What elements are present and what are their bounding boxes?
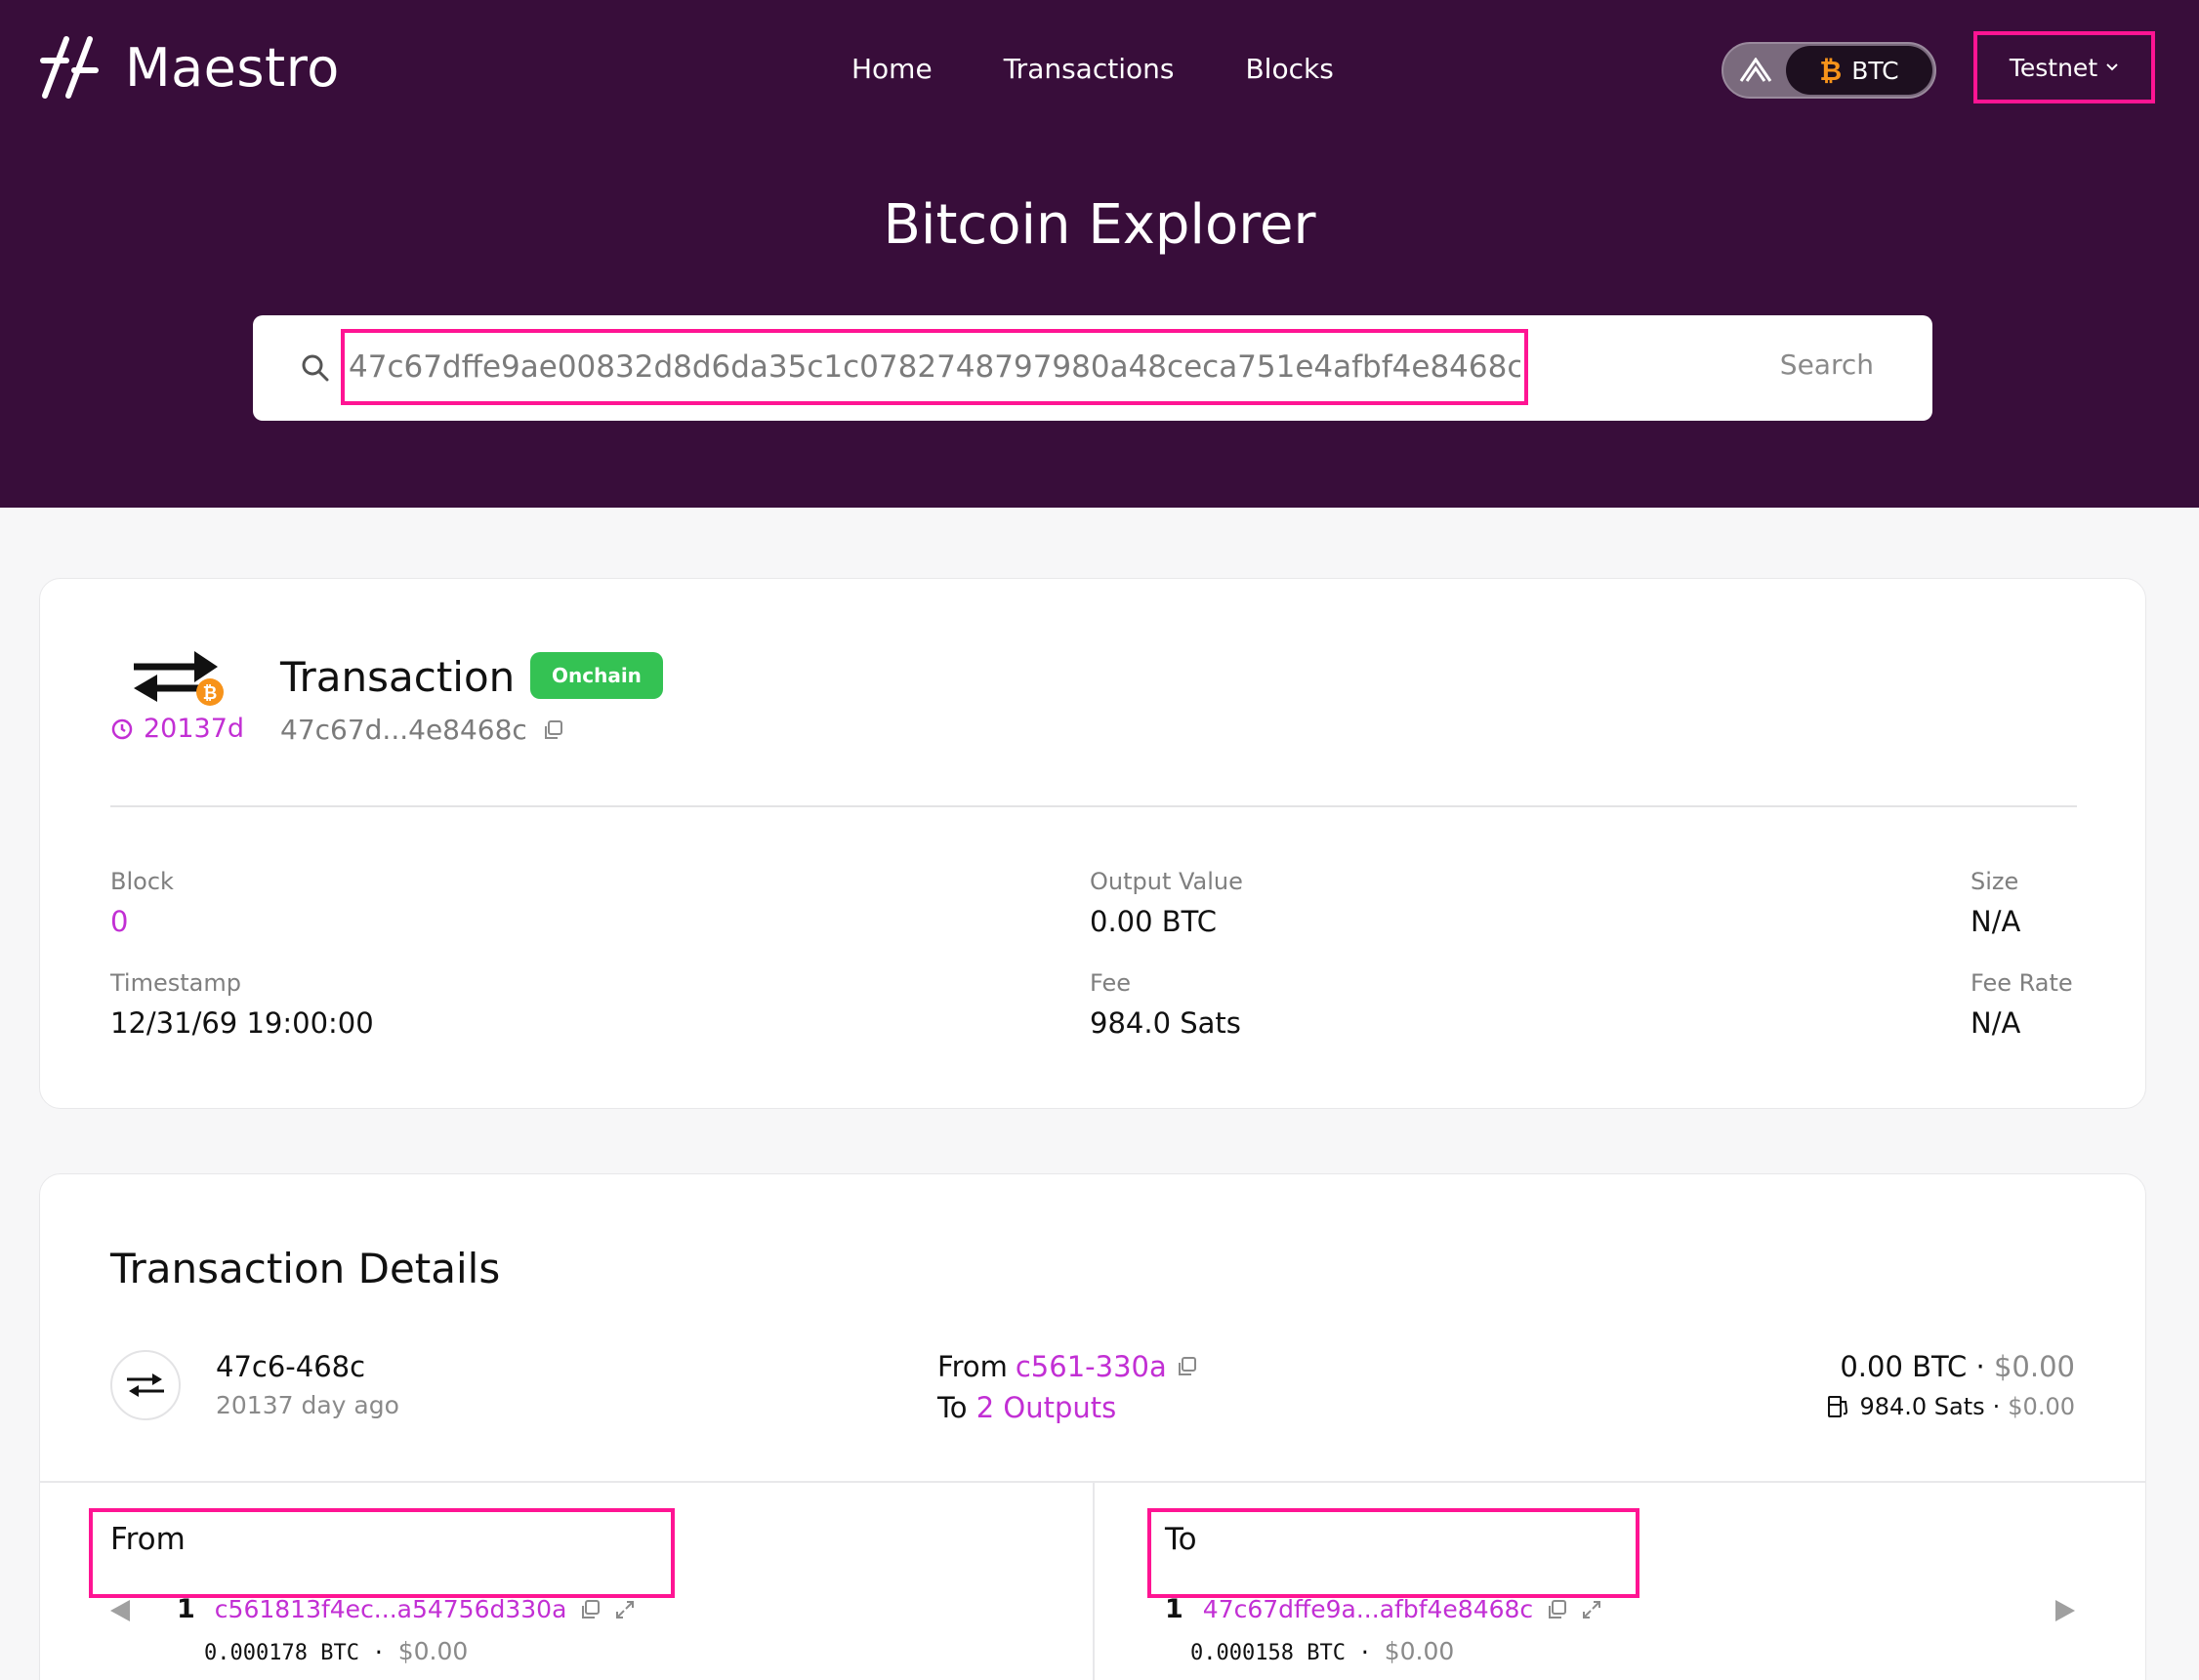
from-title: From — [110, 1522, 186, 1557]
nav-home[interactable]: Home — [851, 53, 933, 85]
transfer-icon — [127, 1373, 164, 1397]
main-nav: Home Transactions Blocks — [851, 53, 1334, 85]
field-fee-rate: Fee Rate N/A — [1971, 969, 2073, 1040]
nav-blocks[interactable]: Blocks — [1245, 53, 1333, 85]
details-fee-sats: 984.0 Sats — [1859, 1393, 1985, 1420]
transfer-icon-circle — [110, 1350, 181, 1420]
details-to-label: To — [937, 1391, 968, 1424]
status-badge: Onchain — [530, 652, 663, 699]
chain-option-btc[interactable]: ₿ BTC — [1786, 46, 1932, 95]
copy-icon[interactable] — [578, 1598, 602, 1621]
fee-label: Fee — [1090, 969, 1132, 997]
transaction-hash: 47c67d...4e8468c — [280, 714, 564, 746]
details-amount: 0.00 BTC · $0.00 — [1840, 1350, 2075, 1383]
timestamp-label: Timestamp — [110, 969, 241, 997]
to-amount-usd: $0.00 — [1384, 1637, 1455, 1665]
details-from: From c561-330a — [937, 1350, 1198, 1383]
transaction-details-card: Transaction Details 47c6-468c 20137 day … — [39, 1173, 2146, 1680]
age-value: 20137d — [144, 714, 245, 744]
separator: · — [1975, 1350, 1985, 1383]
to-output-row: 1 47c67dffe9a...afbf4e8468c — [1165, 1594, 1603, 1624]
field-timestamp: Timestamp 12/31/69 19:00:00 — [110, 969, 374, 1040]
field-size: Size N/A — [1971, 868, 2020, 938]
copy-icon[interactable] — [1175, 1355, 1198, 1378]
fee-value: 984.0 Sats — [1090, 1006, 1241, 1040]
search-bar: Search — [253, 315, 1932, 421]
transaction-title: Transaction — [280, 653, 516, 701]
details-fee-usd: $0.00 — [2008, 1393, 2075, 1420]
from-address-link[interactable]: c561813f4ec...a54756d330a — [215, 1595, 567, 1623]
search-input[interactable] — [349, 333, 1520, 401]
next-arrow-icon[interactable] — [2055, 1600, 2075, 1621]
transaction-hash-text: 47c67d...4e8468c — [280, 714, 527, 746]
bitcoin-icon: ₿ — [1819, 54, 1843, 87]
block-link[interactable]: 0 — [110, 905, 174, 938]
separator: · — [372, 1641, 386, 1665]
from-amount-usd: $0.00 — [397, 1637, 469, 1665]
transaction-age: 20137d — [110, 714, 244, 744]
clock-icon — [111, 718, 133, 739]
field-output-value: Output Value 0.00 BTC — [1090, 868, 1243, 938]
network-label: Testnet — [2009, 53, 2098, 82]
copy-icon[interactable] — [1545, 1598, 1568, 1621]
previous-arrow-icon[interactable] — [110, 1600, 130, 1621]
separator: · — [1358, 1641, 1372, 1665]
fee-rate-value: N/A — [1971, 1006, 2021, 1040]
from-amount: 0.000178 BTC · $0.00 — [204, 1637, 468, 1665]
from-index: 1 — [177, 1594, 195, 1624]
divider — [110, 805, 2077, 807]
expand-icon[interactable] — [613, 1598, 637, 1621]
maestro-logo-icon — [40, 36, 99, 99]
chain-option-btc-label: BTC — [1851, 56, 1899, 85]
copy-icon[interactable] — [541, 718, 564, 742]
from-input-row: 1 c561813f4ec...a54756d330a — [177, 1594, 637, 1624]
chevron-down-icon — [2106, 63, 2118, 71]
size-value: N/A — [1971, 905, 2021, 938]
output-value-label: Output Value — [1090, 868, 1243, 895]
separator: · — [1992, 1393, 2001, 1420]
output-value: 0.00 BTC — [1090, 905, 1217, 938]
details-amount-usd: $0.00 — [1993, 1350, 2075, 1383]
page-title: Bitcoin Explorer — [883, 193, 1316, 257]
header: Maestro Home Transactions Blocks ₿ BTC T… — [0, 0, 2199, 508]
fee-rate-label: Fee Rate — [1971, 969, 2073, 997]
size-label: Size — [1971, 868, 2019, 895]
to-index: 1 — [1165, 1594, 1183, 1624]
details-from-link[interactable]: c561-330a — [1016, 1350, 1167, 1383]
to-title: To — [1165, 1522, 1197, 1557]
transfer-bitcoin-icon: ₿ — [134, 651, 224, 706]
details-from-label: From — [937, 1350, 1008, 1383]
search-button[interactable]: Search — [1780, 348, 1874, 381]
expand-icon[interactable] — [1580, 1598, 1603, 1621]
block-label: Block — [110, 868, 174, 895]
details-fee: 984.0 Sats · $0.00 — [1826, 1393, 2075, 1420]
search-icon — [302, 354, 329, 382]
details-tx-age: 20137 day ago — [216, 1391, 399, 1419]
to-amount: 0.000158 BTC · $0.00 — [1190, 1637, 1454, 1665]
details-tx-hash[interactable]: 47c6-468c — [216, 1350, 365, 1383]
fuel-pump-icon — [1828, 1396, 1848, 1417]
nav-transactions[interactable]: Transactions — [1004, 53, 1175, 85]
details-amount-btc: 0.00 BTC — [1840, 1350, 1968, 1383]
timestamp-value: 12/31/69 19:00:00 — [110, 1006, 374, 1040]
transaction-summary-card: ₿ 20137d Transaction Onchain 47c67d...4e… — [39, 578, 2146, 1109]
svg-text:₿: ₿ — [203, 683, 218, 704]
to-address-link[interactable]: 47c67dffe9a...afbf4e8468c — [1203, 1595, 1533, 1623]
network-dropdown[interactable]: Testnet — [1973, 31, 2155, 103]
divider — [1093, 1481, 1095, 1680]
logo-text: Maestro — [125, 36, 340, 99]
to-highlight — [1147, 1508, 1639, 1598]
chain-toggle[interactable]: ₿ BTC — [1722, 42, 1936, 99]
field-block: Block 0 — [110, 868, 174, 938]
details-title: Transaction Details — [110, 1245, 501, 1292]
search-input-highlight — [341, 329, 1528, 405]
field-fee: Fee 984.0 Sats — [1090, 969, 1241, 1040]
logo[interactable]: Maestro — [37, 35, 340, 100]
details-to-link[interactable]: 2 Outputs — [976, 1391, 1117, 1424]
from-amount-btc: 0.000178 BTC — [204, 1641, 359, 1665]
arweave-chain-icon — [1739, 58, 1772, 82]
to-amount-btc: 0.000158 BTC — [1190, 1641, 1346, 1665]
details-to: To 2 Outputs — [937, 1391, 1116, 1424]
chain-option-other[interactable] — [1723, 44, 1788, 97]
